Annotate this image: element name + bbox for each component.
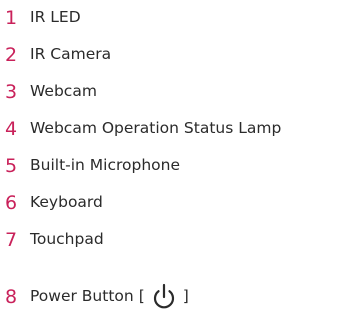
legend-item-built-in-microphone: 5 Built-in Microphone [0,151,180,181]
bracket-close: ] [182,287,189,306]
item-label: Touchpad [30,230,104,249]
item-label: Webcam Operation Status Lamp [30,119,282,138]
item-label: Webcam [30,82,97,101]
legend-item-webcam-status-lamp: 4 Webcam Operation Status Lamp [0,114,281,144]
item-number: 8 [5,285,18,308]
item-number: 3 [5,80,18,103]
item-label: IR LED [30,8,81,27]
item-label: Power Button [30,287,134,306]
legend-item-power-button: 8 Power Button [ ] [0,277,189,317]
bracket-open: [ [138,287,145,306]
item-number: 5 [5,154,18,177]
item-number: 7 [5,228,18,251]
item-label: IR Camera [30,45,112,64]
legend-item-webcam: 3 Webcam [0,77,97,107]
item-number: 6 [5,191,18,214]
power-symbol-group: [ ] [139,282,189,312]
item-label: Built-in Microphone [30,156,181,175]
item-number: 4 [5,117,18,140]
item-label: Keyboard [30,193,103,212]
item-number: 1 [5,6,18,29]
legend-item-ir-led: 1 IR LED [0,3,81,33]
power-icon [153,283,174,309]
legend-item-ir-camera: 2 IR Camera [0,40,111,70]
legend-item-keyboard: 6 Keyboard [0,188,103,218]
legend-item-touchpad: 7 Touchpad [0,225,104,255]
item-number: 2 [5,43,18,66]
component-legend: 1 IR LED 2 IR Camera 3 Webcam 4 Webcam O… [0,0,350,325]
